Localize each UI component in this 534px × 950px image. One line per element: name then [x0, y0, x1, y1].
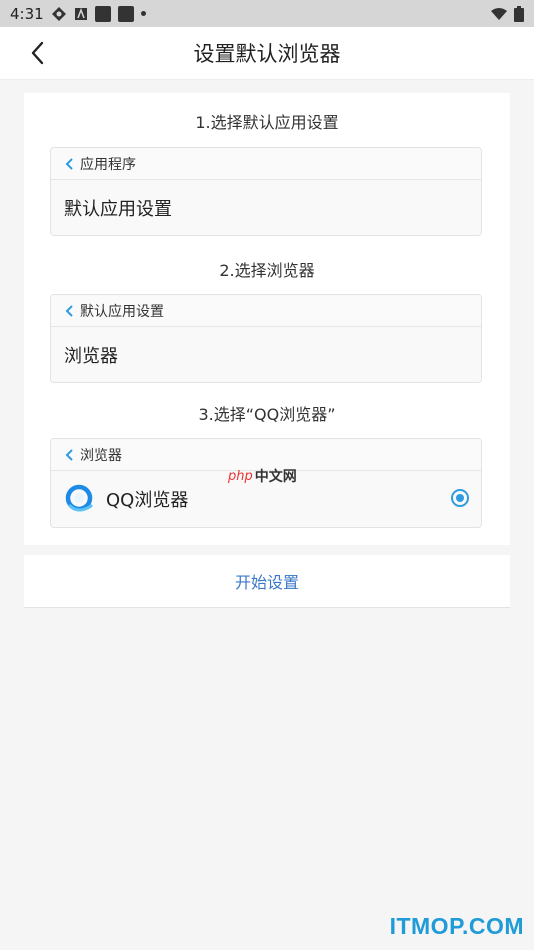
step-1-breadcrumb-label: 应用程序 — [80, 156, 136, 173]
app-header: 设置默认浏览器 — [0, 27, 534, 80]
chevron-left-icon — [65, 157, 73, 170]
more-notifications-dot-icon — [140, 11, 146, 16]
step-1-panel: 应用程序 默认应用设置 — [50, 147, 482, 236]
site-watermark: ITMOP.COM — [389, 913, 524, 939]
back-arrow-icon[interactable] — [26, 39, 52, 67]
battery-icon — [514, 5, 524, 22]
app-notification-icon — [51, 6, 66, 21]
radio-dot-icon — [456, 494, 464, 502]
step-1-option: 默认应用设置 — [51, 180, 481, 235]
qq-browser-icon — [65, 484, 93, 512]
step-2-panel: 默认应用设置 浏览器 — [50, 294, 482, 383]
step-3-option-label: QQ浏览器 — [106, 490, 189, 511]
chevron-left-icon — [65, 448, 73, 461]
step-1-breadcrumb: 应用程序 — [51, 148, 481, 180]
notification-square-icon — [94, 5, 111, 22]
step-1-option-label: 默认应用设置 — [64, 199, 172, 220]
status-time: 4:31 — [10, 4, 44, 23]
notification-square-icon — [117, 5, 134, 22]
start-setup-button[interactable]: 开始设置 — [24, 555, 510, 608]
watermark-cn: 中文网 — [254, 469, 297, 485]
watermark-php: php — [228, 468, 253, 484]
status-bar: 4:31 — [0, 0, 534, 27]
php-watermark: php 中文网 — [228, 466, 297, 486]
start-setup-label: 开始设置 — [234, 573, 299, 592]
selected-radio — [451, 489, 469, 507]
step-3-title: 3.选择“QQ浏览器” — [198, 405, 336, 424]
step-2-title: 2.选择浏览器 — [219, 261, 315, 280]
letter-a-icon — [74, 7, 87, 20]
step-2-option-label: 浏览器 — [64, 346, 118, 367]
wifi-icon — [491, 7, 507, 20]
step-1-title: 1.选择默认应用设置 — [195, 113, 339, 132]
page-title: 设置默认浏览器 — [193, 42, 341, 66]
step-2-option: 浏览器 — [51, 327, 481, 382]
step-3-breadcrumb-label: 浏览器 — [80, 447, 122, 464]
chevron-left-icon — [65, 304, 73, 317]
step-2-breadcrumb-label: 默认应用设置 — [80, 303, 164, 320]
step-2-breadcrumb: 默认应用设置 — [51, 295, 481, 327]
